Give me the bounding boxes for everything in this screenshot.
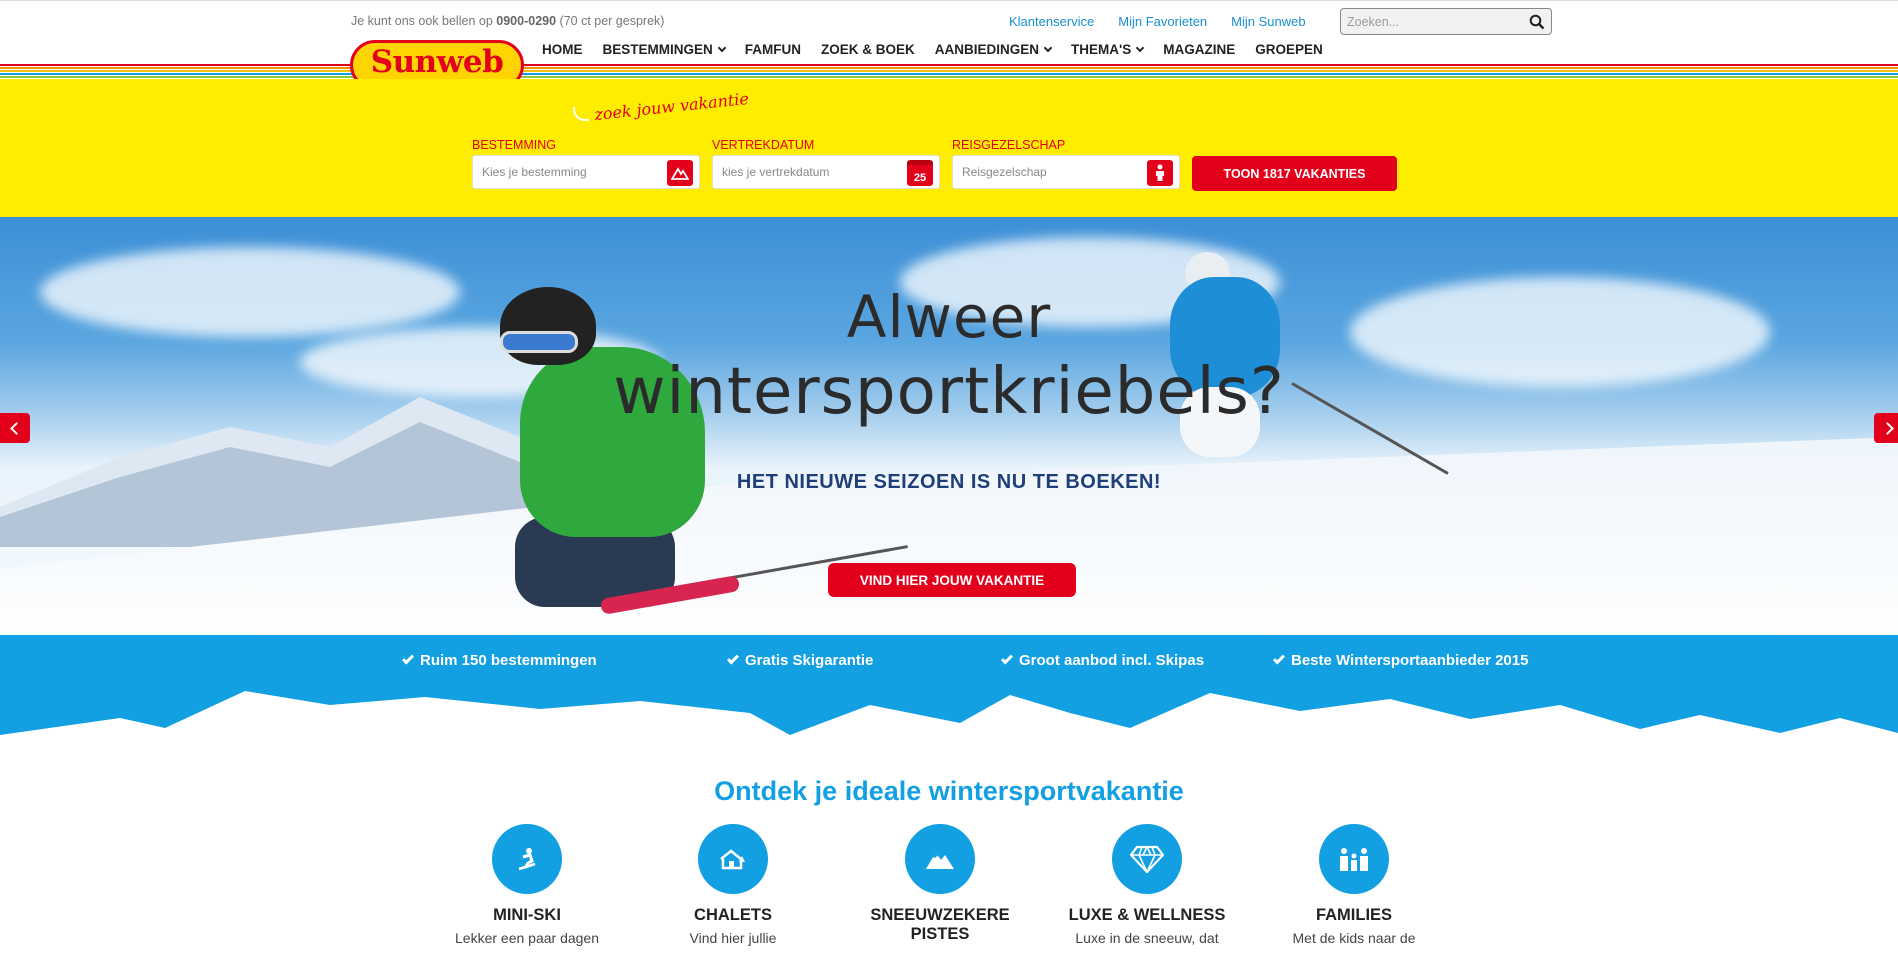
calendar-day: 25 — [913, 172, 927, 184]
category-name: FAMILIES — [1315, 906, 1393, 924]
date-input[interactable] — [713, 156, 893, 188]
phone-suffix: (70 ct per gesprek) — [559, 14, 665, 28]
usp-item: Ruim 150 bestemmingen — [401, 652, 597, 669]
usp-item: Beste Wintersportaanbieder 2015 — [1272, 652, 1529, 669]
party-field: REISGEZELSCHAP — [952, 138, 1180, 189]
usp-item: Gratis Skigarantie — [726, 652, 874, 669]
mountain-icon[interactable] — [667, 160, 693, 186]
party-input[interactable] — [953, 156, 1133, 188]
category-desc: Luxe in de sneeuw, dat — [1075, 930, 1219, 946]
check-icon — [1272, 652, 1286, 665]
rainbow-stripes — [0, 64, 1898, 79]
link-klantenservice[interactable]: Klantenservice — [1009, 14, 1094, 29]
phone-info: Je kunt ons ook bellen op 0900-0290 (70 … — [351, 14, 664, 28]
chevron-down-icon — [717, 43, 727, 52]
category-luxe-wellness[interactable]: LUXE & WELLNESS Luxe in de sneeuw, dat — [1052, 824, 1242, 946]
diamond-icon[interactable] — [1112, 824, 1182, 894]
nav-magazine[interactable]: MAGAZINE — [1163, 42, 1235, 57]
category-name: MINI-SKI — [493, 906, 561, 924]
search-input[interactable] — [1341, 14, 1523, 29]
nav-home-label: HOME — [542, 42, 583, 57]
search-band: zoek jouw vakantie BESTEMMING VERTREKDAT… — [0, 79, 1898, 217]
mountain-edge — [0, 691, 1898, 743]
usp-label: Groot aanbod incl. Skipas — [1019, 652, 1205, 669]
category-name: LUXE & WELLNESS — [1068, 906, 1226, 924]
carousel-prev-button[interactable] — [0, 413, 30, 443]
link-mijn-favorieten[interactable]: Mijn Favorieten — [1118, 14, 1207, 29]
usp-label: Ruim 150 bestemmingen — [420, 652, 597, 669]
usp-label: Gratis Skigarantie — [745, 652, 874, 669]
phone-prefix: Je kunt ons ook bellen op — [351, 14, 493, 28]
nav-themas[interactable]: THEMA'S — [1071, 42, 1145, 57]
family-icon[interactable] — [1319, 824, 1389, 894]
category-name: SNEEUWZEKERE PISTES — [870, 906, 1010, 943]
destination-input[interactable] — [473, 156, 653, 188]
nav-bestemmingen[interactable]: BESTEMMINGEN — [602, 42, 727, 57]
site-search — [1340, 8, 1552, 35]
check-icon — [726, 652, 740, 665]
nav-magazine-label: MAGAZINE — [1163, 42, 1236, 57]
check-icon — [1000, 652, 1014, 665]
search-tagline: zoek jouw vakantie — [593, 88, 750, 125]
date-label: VERTREKDATUM — [712, 138, 815, 152]
nav-famfun[interactable]: FAMFUN — [745, 42, 801, 57]
logo-text: Sunweb — [370, 44, 504, 80]
usp-label: Beste Wintersportaanbieder 2015 — [1291, 652, 1529, 669]
destination-label: BESTEMMING — [472, 138, 557, 152]
top-links: Klantenservice Mijn Favorieten Mijn Sunw… — [1009, 14, 1306, 29]
link-mijn-sunweb[interactable]: Mijn Sunweb — [1231, 14, 1305, 29]
category-families[interactable]: FAMILIES Met de kids naar de — [1259, 824, 1449, 946]
nav-bestemmingen-label: BESTEMMINGEN — [602, 42, 713, 57]
category-name: CHALETS — [694, 906, 772, 924]
check-icon — [401, 652, 415, 665]
main-nav: HOME BESTEMMINGEN FAMFUN ZOEK & BOEK AAN… — [542, 42, 1323, 57]
chevron-down-icon — [1136, 43, 1145, 52]
date-field: VERTREKDATUM 25 — [712, 138, 940, 189]
arrow-icon — [573, 107, 589, 121]
discover-title: Ontdek je ideale wintersportvakantie — [714, 776, 1184, 806]
carousel-next-button[interactable] — [1874, 413, 1898, 443]
nav-aanbiedingen-label: AANBIEDINGEN — [934, 42, 1040, 57]
chevron-left-icon — [10, 421, 23, 435]
hero-subtitle: HET NIEUWE SEIZOEN IS NU TE BOEKEN! — [736, 471, 1162, 493]
nav-zoek-boek[interactable]: ZOEK & BOEK — [821, 42, 915, 57]
chevron-down-icon — [1043, 43, 1053, 52]
snowboarder-icon[interactable] — [492, 824, 562, 894]
mountain-icon[interactable] — [905, 824, 975, 894]
find-vacation-button[interactable]: VIND HIER JOUW VAKANTIE — [828, 563, 1076, 597]
nav-groepen-label: GROEPEN — [1255, 42, 1323, 57]
hero-headline-line2: wintersportkriebels? — [613, 355, 1285, 429]
party-label: REISGEZELSCHAP — [952, 138, 1066, 152]
nav-aanbiedingen[interactable]: AANBIEDINGEN — [934, 42, 1053, 57]
category-desc: Met de kids naar de — [1292, 930, 1416, 946]
hero-banner: Alweer wintersportkriebels? HET NIEUWE S… — [0, 217, 1898, 635]
category-desc: Vind hier jullie — [689, 930, 777, 946]
category-desc: Lekker een paar dagen — [455, 930, 599, 946]
search-icon[interactable] — [1529, 14, 1545, 30]
destination-field: BESTEMMING — [472, 138, 700, 189]
category-sneeuwzekere-pistes[interactable]: SNEEUWZEKERE PISTES — [845, 824, 1035, 949]
show-vacations-button[interactable]: TOON 1817 VAKANTIES — [1192, 156, 1397, 191]
chevron-right-icon — [1881, 421, 1894, 435]
category-chalets[interactable]: CHALETS Vind hier jullie — [638, 824, 828, 946]
nav-home[interactable]: HOME — [542, 42, 583, 57]
calendar-icon[interactable]: 25 — [907, 160, 933, 186]
category-mini-ski[interactable]: MINI-SKI Lekker een paar dagen — [432, 824, 622, 946]
usp-item: Groot aanbod incl. Skipas — [1000, 652, 1205, 669]
nav-groepen[interactable]: GROEPEN — [1255, 42, 1323, 57]
nav-zoek-boek-label: ZOEK & BOEK — [821, 42, 915, 57]
chalet-icon[interactable] — [698, 824, 768, 894]
nav-famfun-label: FAMFUN — [744, 42, 802, 57]
nav-themas-label: THEMA'S — [1071, 42, 1132, 57]
phone-number[interactable]: 0900-0290 — [496, 14, 556, 28]
hero-headline-line1: Alweer — [846, 283, 1052, 351]
usp-band: Ruim 150 bestemmingen Gratis Skigarantie… — [0, 635, 1898, 743]
person-icon[interactable] — [1147, 160, 1173, 186]
